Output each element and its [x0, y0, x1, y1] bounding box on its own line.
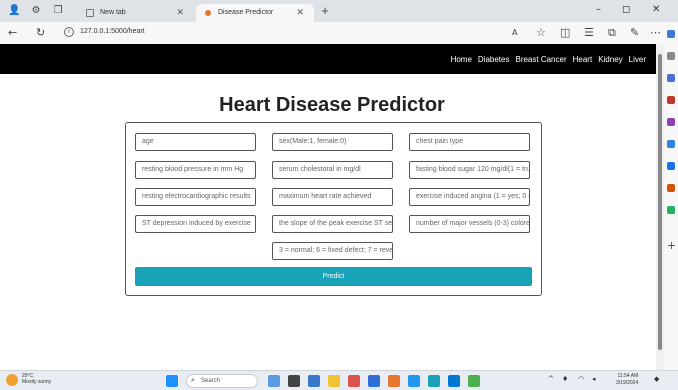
site-info-icon[interactable]: i: [64, 27, 74, 37]
refresh-icon[interactable]: ↻: [36, 27, 45, 39]
notification-icon[interactable]: ◆: [654, 375, 659, 383]
wifi-icon[interactable]: ◠: [578, 375, 584, 383]
nav-kidney[interactable]: Kidney: [598, 55, 622, 64]
nav-breast-cancer[interactable]: Breast Cancer: [515, 55, 566, 64]
app-icon[interactable]: [408, 375, 420, 387]
st-slope-field[interactable]: the slope of the peak exercise ST segmen…: [272, 215, 393, 233]
chrome-alt-icon[interactable]: [468, 375, 480, 387]
thal-field[interactable]: 3 = normal; 6 = fixed defect; 7 = revers…: [272, 242, 393, 260]
tools-icon[interactable]: [667, 96, 675, 104]
site-navbar: Home Diabetes Breast Cancer Heart Kidney…: [0, 44, 656, 74]
favorite-icon[interactable]: ☆: [536, 27, 546, 39]
favorites-icon[interactable]: ☰: [584, 27, 594, 39]
nav-liver[interactable]: Liver: [629, 55, 646, 64]
new-tab-button[interactable]: +: [318, 4, 332, 18]
add-sidebar-icon[interactable]: +: [667, 240, 676, 252]
back-icon[interactable]: ←: [8, 27, 17, 39]
exercise-angina-field[interactable]: exercise induced angina (1 = yes; 0 = no…: [409, 188, 530, 206]
office-icon[interactable]: [667, 140, 675, 148]
designer-icon[interactable]: [667, 184, 675, 192]
outlook-icon[interactable]: [667, 162, 675, 170]
nav-diabetes[interactable]: Diabetes: [478, 55, 510, 64]
close-tab-icon[interactable]: ✕: [296, 4, 304, 22]
extensions-icon[interactable]: ✎: [630, 27, 639, 39]
tab-actions-icon[interactable]: ❐: [52, 5, 64, 17]
prediction-form: age sex(Male:1, female:0) chest pain typ…: [125, 122, 542, 296]
new-tab-favicon-icon: [86, 9, 94, 17]
max-heart-rate-field[interactable]: maximum heart rate achieved: [272, 188, 393, 206]
url-field[interactable]: 127.0.0.1:5000/heart: [80, 28, 145, 35]
major-vessels-field[interactable]: number of major vessels (0-3) colored: [409, 215, 530, 233]
minimize-button[interactable]: –: [596, 4, 601, 15]
drop-icon[interactable]: [667, 206, 675, 214]
collections-icon[interactable]: ⧉: [608, 27, 616, 39]
os-taskbar: 29°C Mostly sunny ⌕ Search ^ ♦ ◠ ◂ 11:54…: [0, 370, 678, 390]
cholesterol-field[interactable]: serum cholestoral in mg/dl: [272, 161, 393, 179]
browser-tab-bar: 👤 ⚙ ❐ New tab ✕ Disease Predictor ✕ + – …: [0, 0, 678, 22]
resting-bp-field[interactable]: resting blood pressure in mm Hg: [135, 161, 256, 179]
tab-disease-predictor[interactable]: Disease Predictor ✕: [196, 4, 314, 22]
tab-new-tab[interactable]: New tab ✕: [78, 4, 194, 22]
page-title: Heart Disease Predictor: [219, 94, 445, 116]
shopping-icon[interactable]: [667, 74, 675, 82]
weather-icon[interactable]: [6, 374, 18, 386]
tab-title: Disease Predictor: [218, 9, 274, 16]
workspaces-icon[interactable]: ⚙: [30, 5, 42, 17]
edge-sidebar: +: [664, 22, 678, 370]
search-icon: ⌕: [191, 377, 195, 384]
volume-icon[interactable]: ◂: [592, 375, 596, 383]
read-aloud-icon[interactable]: A: [512, 27, 517, 39]
start-icon[interactable]: [166, 375, 178, 387]
age-field[interactable]: age: [135, 133, 256, 151]
profile-icon[interactable]: 👤: [8, 5, 20, 17]
search-placeholder: Search: [201, 378, 221, 384]
nav-heart[interactable]: Heart: [573, 55, 593, 64]
store-icon[interactable]: [448, 375, 460, 387]
weather-desc: Mostly sunny: [22, 379, 52, 385]
close-tab-icon[interactable]: ✕: [176, 4, 184, 22]
vscode-icon[interactable]: [368, 375, 380, 387]
nav-home[interactable]: Home: [451, 55, 472, 64]
st-depression-field[interactable]: ST depression induced by exercise: [135, 215, 256, 233]
copilot-icon[interactable]: [667, 30, 675, 38]
site-favicon-icon: [205, 10, 211, 16]
more-icon[interactable]: ⋯: [650, 27, 661, 39]
clock[interactable]: 11:54 AM 3/19/2024: [616, 373, 638, 387]
address-bar-row: ← ↻ i 127.0.0.1:5000/heart A ☆ ◫ ☰ ⧉ ✎ ⋯: [0, 22, 664, 44]
fasting-blood-sugar-field[interactable]: fasting blood sugar 120 mg/dl(1 = true; …: [409, 161, 530, 179]
security-icon[interactable]: [348, 375, 360, 387]
teams-icon[interactable]: [308, 375, 320, 387]
file-explorer-icon[interactable]: [328, 375, 340, 387]
clock-time: 11:54 AM: [617, 373, 639, 379]
widgets-icon[interactable]: [288, 375, 300, 387]
predict-button[interactable]: Predict: [135, 267, 532, 286]
resting-ecg-field[interactable]: resting electrocardiographic results: [135, 188, 256, 206]
close-window-button[interactable]: ✕: [652, 4, 660, 15]
task-view-icon[interactable]: [268, 375, 280, 387]
maximize-button[interactable]: ◻: [622, 4, 630, 15]
search-sidebar-icon[interactable]: [667, 52, 675, 60]
weather-widget[interactable]: 29°C Mostly sunny: [22, 373, 51, 385]
tray-chevron-icon[interactable]: ^: [548, 375, 554, 383]
chest-pain-field[interactable]: chest pain type: [409, 133, 530, 151]
edge-icon[interactable]: [428, 375, 440, 387]
tab-title: New tab: [100, 9, 126, 16]
clock-date: 3/19/2024: [616, 380, 639, 386]
taskbar-search[interactable]: ⌕ Search: [186, 374, 258, 388]
split-screen-icon[interactable]: ◫: [560, 27, 570, 39]
tray-app-icon[interactable]: ♦: [562, 375, 568, 383]
games-icon[interactable]: [667, 118, 675, 126]
chrome-icon[interactable]: [388, 375, 400, 387]
sex-field[interactable]: sex(Male:1, female:0): [272, 133, 393, 151]
